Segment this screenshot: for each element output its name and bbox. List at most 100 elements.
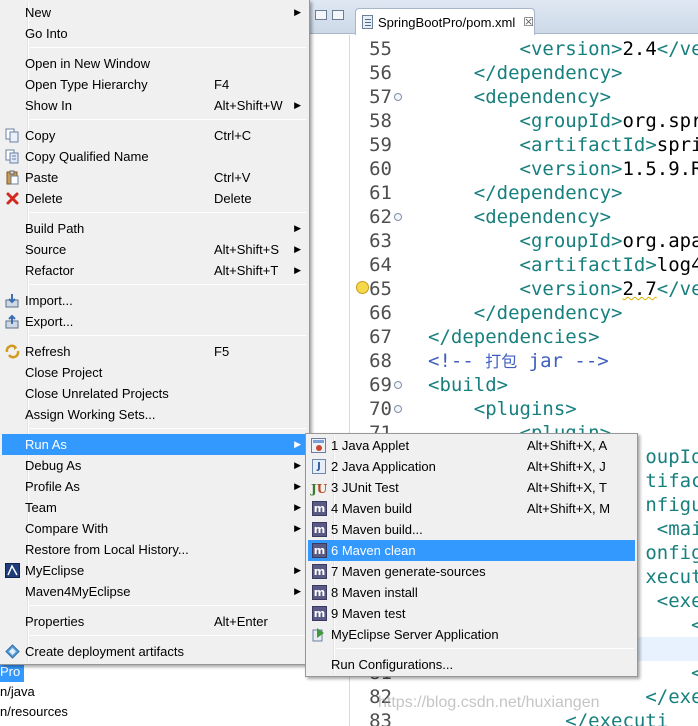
code-line[interactable]: 69 <build>	[310, 373, 698, 397]
menu-item-copy-qualified-name[interactable]: Copy Qualified Name	[2, 146, 307, 167]
menu-item-label: Go Into	[25, 26, 68, 41]
menu-item-copy[interactable]: Copy Ctrl+C	[2, 125, 307, 146]
server-application-icon	[311, 627, 326, 642]
tree-item[interactable]: n/java	[0, 682, 35, 702]
menu-item-open-in-new-window[interactable]: Open in New Window	[2, 53, 307, 74]
menu-item-myeclipse[interactable]: MyEclipse ▶	[2, 560, 307, 581]
menu-item-maven4myeclipse[interactable]: Maven4MyEclipse ▶	[2, 581, 307, 602]
menu-item-label: 4 Maven build	[331, 501, 412, 516]
menu-item-export[interactable]: Export...	[2, 311, 307, 332]
code-token: <plugins>	[428, 398, 577, 420]
menu-item-shortcut: Alt+Shift+X, M	[527, 501, 611, 516]
menu-item-refactor[interactable]: Refactor Alt+Shift+T ▶	[2, 260, 307, 281]
menu-item-label: 6 Maven clean	[331, 543, 416, 558]
fold-toggle-icon[interactable]	[394, 93, 402, 101]
menu-item-label: Profile As	[25, 479, 80, 494]
menu-item-label: Run As	[25, 437, 67, 452]
tree-item[interactable]: n/resources	[0, 702, 68, 722]
code-token: </ver	[656, 278, 698, 300]
menu-item-label: Restore from Local History...	[25, 542, 189, 557]
menu-item-team[interactable]: Team ▶	[2, 497, 307, 518]
menu-separator	[30, 284, 306, 285]
menu-item-compare-with[interactable]: Compare With ▶	[2, 518, 307, 539]
tree-item[interactable]: /java	[0, 722, 27, 726]
code-line[interactable]: 68 <!-- 打包 jar -->	[310, 349, 698, 373]
menu-item-new[interactable]: New ▶	[2, 2, 307, 23]
code-line[interactable]: 70 <plugins>	[310, 397, 698, 421]
code-token: <dependency>	[428, 86, 612, 108]
fold-toggle-icon[interactable]	[394, 405, 402, 413]
menu-item-run-configurations[interactable]: Run Configurations...	[308, 654, 635, 675]
close-tab-icon[interactable]: ☒	[523, 15, 534, 29]
menu-item-debug-as[interactable]: Debug As ▶	[2, 455, 307, 476]
code-text: <build>	[428, 373, 508, 397]
menu-item-label: Build Path	[25, 221, 85, 236]
code-line[interactable]: 61 </dependency>	[310, 181, 698, 205]
code-line[interactable]: 57 <dependency>	[310, 85, 698, 109]
code-line[interactable]: 63 <groupId>org.apac	[310, 229, 698, 253]
editor-tab-pom-xml[interactable]: SpringBootPro/pom.xml ☒	[355, 8, 535, 35]
line-number: 59	[369, 134, 392, 156]
code-line[interactable]: 60 <version>1.5.9.RE	[310, 157, 698, 181]
menu-item-paste[interactable]: Paste Ctrl+V	[2, 167, 307, 188]
code-token: <groupId>	[428, 110, 623, 132]
menu-item-restore-from-local-history[interactable]: Restore from Local History...	[2, 539, 307, 560]
menu-item-open-type-hierarchy[interactable]: Open Type Hierarchy F4	[2, 74, 307, 95]
code-text: <dependency>	[428, 205, 611, 229]
menu-item-label: Close Project	[25, 365, 103, 380]
code-line[interactable]: 66 </dependency>	[310, 301, 698, 325]
code-line[interactable]: 62 <dependency>	[310, 205, 698, 229]
menu-item-label: Copy Qualified Name	[25, 149, 149, 164]
code-line[interactable]: 65 <version>2.7</ver	[310, 277, 698, 301]
export-icon	[5, 314, 20, 329]
code-line[interactable]: 58 <groupId>org.spri	[310, 109, 698, 133]
code-line[interactable]: 67 </dependencies>	[310, 325, 698, 349]
menu-separator	[30, 605, 306, 606]
menu-item-2-java-application[interactable]: J 2 Java Application Alt+Shift+X, J	[308, 456, 635, 477]
menu-item-build-path[interactable]: Build Path ▶	[2, 218, 307, 239]
code-token: 2.7	[622, 278, 657, 300]
menu-item-go-into[interactable]: Go Into	[2, 23, 307, 44]
fold-toggle-icon[interactable]	[394, 381, 402, 389]
menu-item-import[interactable]: Import...	[2, 290, 307, 311]
menu-item-delete[interactable]: Delete Delete	[2, 188, 307, 209]
menu-item-profile-as[interactable]: Profile As ▶	[2, 476, 307, 497]
code-token: org.apac	[622, 230, 698, 252]
menu-item-run-as[interactable]: Run As ▶	[2, 434, 307, 455]
warning-lightbulb-icon[interactable]	[356, 281, 369, 294]
code-line[interactable]: 64 <artifactId>log4j	[310, 253, 698, 277]
menu-item-8-maven-install[interactable]: m 8 Maven install	[308, 582, 635, 603]
code-token: <artifactId>	[428, 134, 657, 156]
tree-item[interactable]: Pro	[0, 662, 24, 682]
fold-toggle-icon[interactable]	[394, 213, 402, 221]
code-line[interactable]: 55 <version>2.4</ver	[310, 37, 698, 61]
menu-item-label: 7 Maven generate-sources	[331, 564, 486, 579]
menu-item-close-unrelated-projects[interactable]: Close Unrelated Projects	[2, 383, 307, 404]
menu-item-assign-working-sets[interactable]: Assign Working Sets...	[2, 404, 307, 425]
menu-item-myeclipse-server-application[interactable]: MyEclipse Server Application	[308, 624, 635, 645]
menu-item-6-maven-clean[interactable]: m 6 Maven clean	[308, 540, 635, 561]
menu-item-refresh[interactable]: Refresh F5	[2, 341, 307, 362]
menu-item-label: Run Configurations...	[331, 657, 454, 672]
minimize-icon[interactable]	[315, 10, 327, 20]
code-line[interactable]: 56 </dependency>	[310, 61, 698, 85]
maximize-icon[interactable]	[332, 10, 344, 20]
menu-item-7-maven-generate-sources[interactable]: m 7 Maven generate-sources	[308, 561, 635, 582]
menu-item-3-junit-test[interactable]: JU 3 JUnit Test Alt+Shift+X, T	[308, 477, 635, 498]
menu-item-5-maven-build[interactable]: m 5 Maven build...	[308, 519, 635, 540]
menu-item-source[interactable]: Source Alt+Shift+S ▶	[2, 239, 307, 260]
menu-item-properties[interactable]: Properties Alt+Enter	[2, 611, 307, 632]
menu-item-9-maven-test[interactable]: m 9 Maven test	[308, 603, 635, 624]
menu-item-4-maven-build[interactable]: m 4 Maven build Alt+Shift+X, M	[308, 498, 635, 519]
code-line[interactable]: 59 <artifactId>sprin	[310, 133, 698, 157]
menu-item-shortcut: Alt+Shift+X, J	[527, 459, 606, 474]
code-token: <artifactId>	[428, 254, 657, 276]
menu-item-label: 8 Maven install	[331, 585, 418, 600]
menu-item-show-in[interactable]: Show In Alt+Shift+W ▶	[2, 95, 307, 116]
menu-item-close-project[interactable]: Close Project	[2, 362, 307, 383]
menu-item-label: Create deployment artifacts	[25, 644, 184, 659]
menu-item-label: Export...	[25, 314, 74, 329]
menu-item-create-deployment-artifacts[interactable]: Create deployment artifacts	[2, 641, 307, 662]
menu-item-label: MyEclipse	[25, 563, 85, 578]
menu-item-1-java-applet[interactable]: 1 Java Applet Alt+Shift+X, A	[308, 435, 635, 456]
